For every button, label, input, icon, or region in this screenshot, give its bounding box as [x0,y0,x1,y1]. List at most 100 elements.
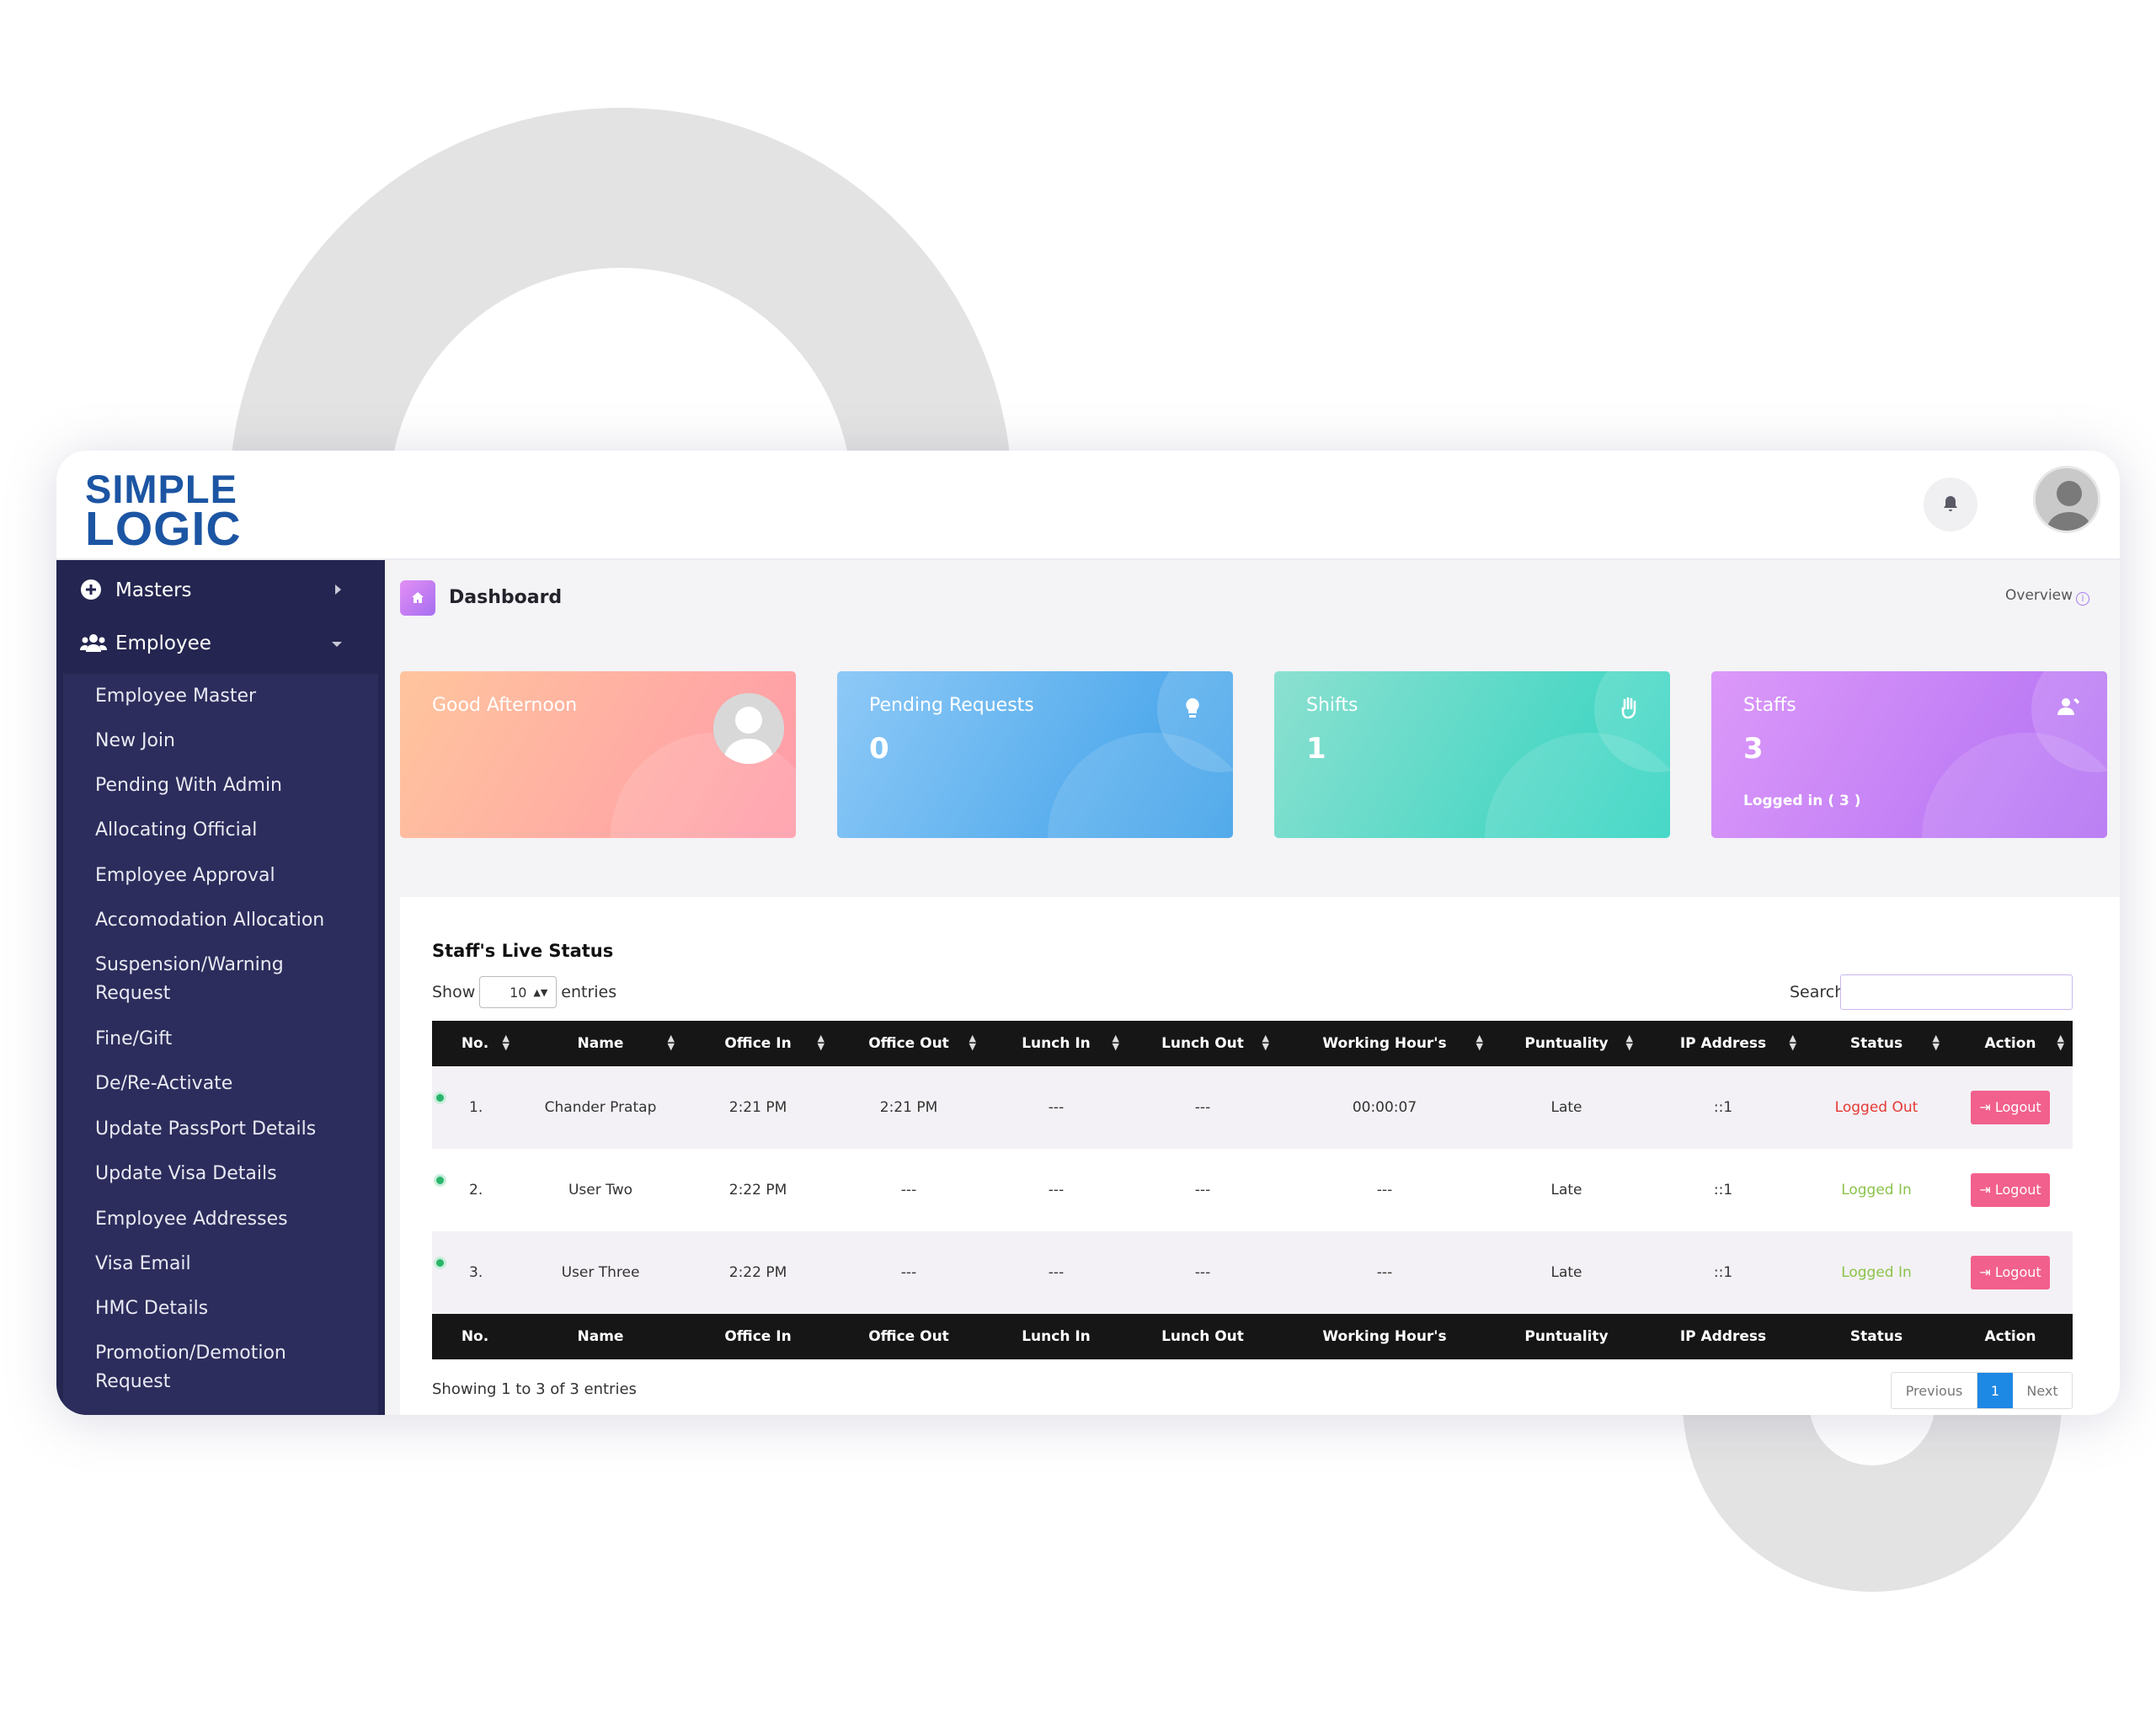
sidebar-item-suspension-warning[interactable]: Suspension/Warning Request [95,951,356,1008]
sidebar-item-employee-addresses[interactable]: Employee Addresses [95,1205,356,1234]
pagination-previous[interactable]: Previous [1892,1373,1977,1408]
sort-icon: ▲ ▼ [1932,1033,1940,1052]
live-status-table: No. ▲ ▼ Name ▲ ▼ Office In ▲ ▼ Office Out ▲ ▼ Lu… [432,1021,2073,1359]
table-row: 2. User Two 2:22 PM --- --- --- --- Late… [432,1149,2073,1231]
column-header-lunch-in[interactable]: Lunch In ▲ ▼ [985,1021,1128,1066]
staffs-card[interactable]: Staffs 3 Logged in ( 3 ) [1711,671,2107,838]
sidebar-item-pending-with-admin[interactable]: Pending With Admin [95,771,356,800]
greeting-card: Good Afternoon [400,671,796,838]
online-dot-icon [434,1092,446,1104]
entries-summary: Showing 1 to 3 of 3 entries [432,1380,637,1398]
sort-icon: ▲ ▼ [1476,1033,1483,1052]
sort-icon: ▲ ▼ [1789,1033,1796,1052]
lightbulb-icon [1186,698,1199,718]
cell-office-out: --- [833,1149,985,1231]
card-title: Good Afternoon [432,695,578,716]
cell-working-hours: 00:00:07 [1278,1066,1492,1149]
footer-status: Status [1805,1314,1948,1359]
user-avatar[interactable] [2033,466,2100,533]
sidebar-item-hmc-details[interactable]: HMC Details [95,1295,356,1323]
footer-lunch-in: Lunch In [985,1314,1128,1359]
cell-no: 2. [469,1182,483,1198]
sort-icon: ▲ ▼ [1262,1033,1269,1052]
sidebar-section-employee[interactable]: Employee [56,613,385,674]
cell-office-out: --- [833,1231,985,1314]
column-header-action[interactable]: Action ▲ ▼ [1948,1021,2073,1066]
cell-lunch-out: --- [1128,1066,1278,1149]
entries-label: entries [561,983,617,1001]
search-input[interactable] [1840,974,2073,1010]
sidebar-item-visa-email[interactable]: Visa Email [95,1250,356,1279]
sidebar-item-fine-gift[interactable]: Fine/Gift [95,1025,356,1054]
column-header-office-out[interactable]: Office Out ▲ ▼ [833,1021,985,1066]
sort-icon: ▲ ▼ [667,1033,675,1052]
cell-status: Logged In [1805,1231,1948,1314]
sidebar-item-update-passport[interactable]: Update PassPort Details [95,1115,356,1144]
column-header-status[interactable]: Status ▲ ▼ [1805,1021,1948,1066]
shifts-card[interactable]: Shifts 1 [1274,671,1670,838]
page-title: Dashboard [449,587,563,608]
entries-control: Show 10 ▲▼ entries [432,976,616,1008]
table-header-row: No. ▲ ▼ Name ▲ ▼ Office In ▲ ▼ Office Out ▲ ▼ Lu… [432,1021,2073,1066]
column-header-working-hours[interactable]: Working Hour's ▲ ▼ [1278,1021,1492,1066]
logout-button[interactable]: ⇥ Logout [1971,1091,2050,1124]
card-value: 3 [1743,732,1764,766]
entries-value: 10 [510,984,527,1001]
sidebar-item-new-join[interactable]: New Join [95,727,356,755]
home-button[interactable] [400,580,435,616]
column-header-puntuality[interactable]: Puntuality ▲ ▼ [1492,1021,1641,1066]
footer-working-hours: Working Hour's [1278,1314,1492,1359]
column-header-lunch-out[interactable]: Lunch Out ▲ ▼ [1128,1021,1278,1066]
footer-no: No. [432,1314,518,1359]
footer-ip-address: IP Address [1641,1314,1805,1359]
sort-arrows-icon: ▲▼ [533,986,548,998]
footer-office-in: Office In [683,1314,833,1359]
table-row: 3. User Three 2:22 PM --- --- --- --- La… [432,1231,2073,1314]
sort-icon: ▲ ▼ [969,1033,976,1052]
card-value: 0 [869,732,889,766]
sidebar-item-allocating-official[interactable]: Allocating Official [95,816,356,845]
hand-icon [1621,697,1636,719]
cell-lunch-in: --- [985,1066,1128,1149]
sidebar-item-de-re-activate[interactable]: De/Re-Activate [95,1070,356,1098]
pagination-next[interactable]: Next [2013,1373,2072,1408]
sidebar-item-employee-master[interactable]: Employee Master [95,682,356,711]
cell-puntuality: Late [1492,1066,1641,1149]
entries-select[interactable]: 10 ▲▼ [479,976,558,1008]
cell-lunch-out: --- [1128,1149,1278,1231]
sidebar-item-promotion-demotion[interactable]: Promotion/Demotion Request [95,1339,356,1396]
cell-office-in: 2:22 PM [683,1231,833,1314]
column-header-office-in[interactable]: Office In ▲ ▼ [683,1021,833,1066]
sort-icon: ▲ ▼ [817,1033,825,1052]
notification-button[interactable] [1924,478,1977,531]
logout-button[interactable]: ⇥ Logout [1971,1173,2050,1207]
logout-icon: ⇥ [1979,1099,1991,1115]
overview-link[interactable]: Overview i [2005,587,2090,606]
sort-icon: ▲ ▼ [502,1033,510,1052]
sidebar-item-employee-approval[interactable]: Employee Approval [95,862,356,890]
column-header-name[interactable]: Name ▲ ▼ [518,1021,683,1066]
cell-office-in: 2:21 PM [683,1066,833,1149]
column-header-ip-address[interactable]: IP Address ▲ ▼ [1641,1021,1805,1066]
sort-icon: ▲ ▼ [1625,1033,1633,1052]
column-header-no[interactable]: No. ▲ ▼ [432,1021,518,1066]
cell-lunch-in: --- [985,1149,1128,1231]
cell-working-hours: --- [1278,1231,1492,1314]
cell-no: 1. [469,1099,483,1116]
bell-icon [1944,496,1957,511]
sidebar-item-accomodation-allocation[interactable]: Accomodation Allocation [95,906,356,935]
user-avatar-icon [2036,468,2098,531]
sidebar-section-masters[interactable]: Masters [56,560,385,621]
chevron-right-icon [335,585,341,595]
footer-puntuality: Puntuality [1492,1314,1641,1359]
footer-name: Name [518,1314,683,1359]
brand-logo[interactable]: SIMPLE LOGIC [85,469,242,553]
cell-name: Chander Pratap [518,1066,683,1149]
card-title: Pending Requests [869,695,1034,716]
cell-lunch-in: --- [985,1231,1128,1314]
pagination-page-1[interactable]: 1 [1977,1373,2013,1408]
sidebar-item-update-visa[interactable]: Update Visa Details [95,1160,356,1188]
pending-requests-card[interactable]: Pending Requests 0 [837,671,1233,838]
logout-button[interactable]: ⇥ Logout [1971,1256,2050,1289]
table-row: 1. Chander Pratap 2:21 PM 2:21 PM --- --… [432,1066,2073,1149]
